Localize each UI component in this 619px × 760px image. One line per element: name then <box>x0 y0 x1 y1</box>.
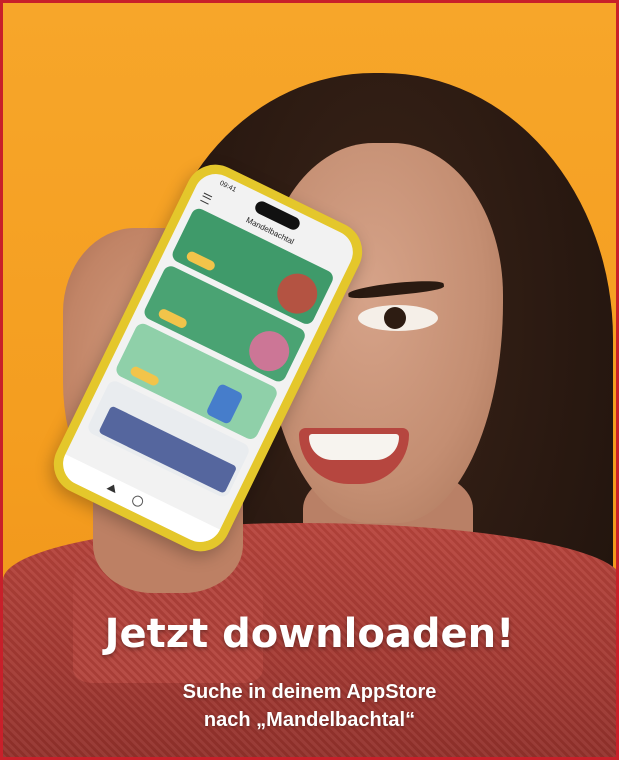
subline-1: Suche in deinem AppStore <box>182 681 437 703</box>
status-time: 09:41 <box>218 179 238 194</box>
app-promo-poster: 09:41 Mandelbachtal Jetzt downloaden! Su… <box>0 0 619 760</box>
headline: Jetzt downloaden! <box>104 611 515 657</box>
home-icon <box>106 482 119 494</box>
info-icon <box>130 493 145 509</box>
subline-2: nach „Mandelbachtal“ <box>203 709 416 731</box>
woman-eye <box>358 305 438 331</box>
